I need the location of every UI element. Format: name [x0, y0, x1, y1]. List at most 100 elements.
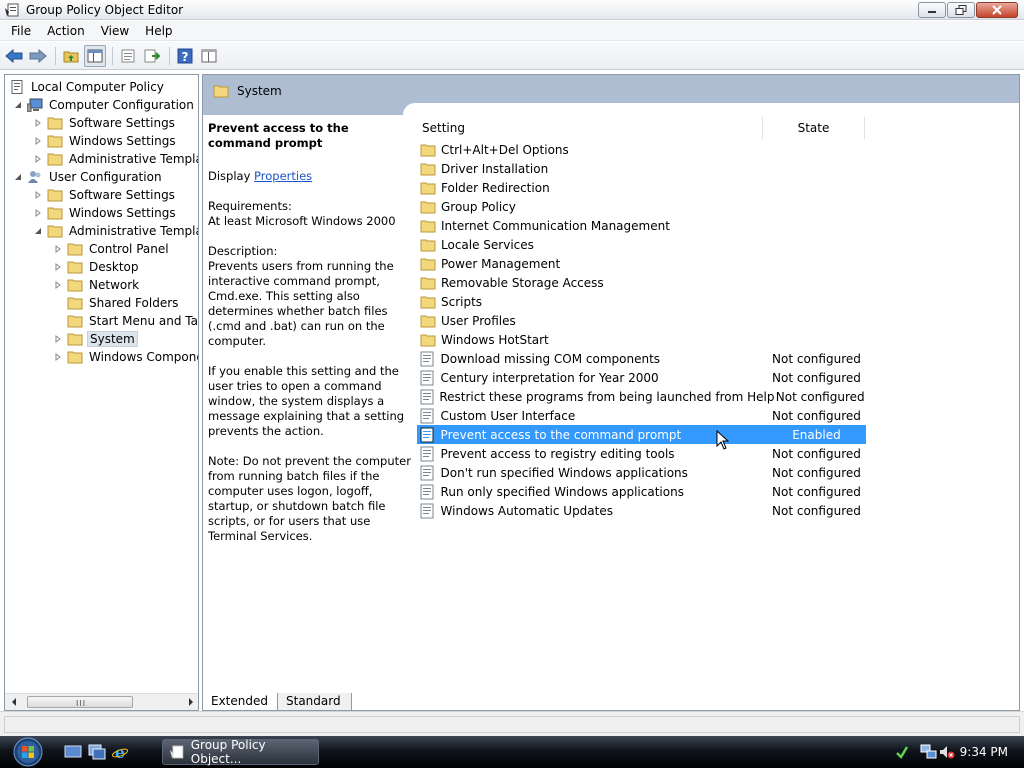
tree-item-software-settings[interactable]: Software Settings	[33, 114, 177, 132]
tree-item-label: Administrative Templates	[69, 152, 198, 166]
tree-horizontal-scrollbar[interactable]: III	[5, 693, 198, 710]
toolbar: ?	[0, 42, 1024, 70]
folder-header-band: System	[203, 75, 1019, 115]
collapsed-arrow-icon[interactable]	[53, 244, 63, 254]
export-list-button[interactable]	[141, 45, 163, 67]
expanded-arrow-icon[interactable]	[33, 226, 43, 236]
forward-button[interactable]	[27, 45, 49, 67]
properties-button[interactable]	[117, 45, 139, 67]
tree-item-local-computer-policy[interactable]: Local Computer Policy	[9, 78, 166, 96]
list-folder-row[interactable]: Removable Storage Access	[417, 273, 866, 292]
tree-item-user-configuration[interactable]: User Configuration	[13, 168, 164, 186]
internet-explorer-icon[interactable]: e	[111, 744, 129, 760]
help-button[interactable]: ?	[174, 45, 196, 67]
collapsed-arrow-icon[interactable]	[53, 280, 63, 290]
collapsed-arrow-icon[interactable]	[53, 262, 63, 272]
tree-item-software-settings[interactable]: Software Settings	[33, 186, 177, 204]
folder-icon	[420, 218, 436, 234]
policy-setting-icon	[420, 408, 436, 424]
list-folder-row[interactable]: User Profiles	[417, 311, 866, 330]
close-button[interactable]	[976, 2, 1018, 18]
menu-action[interactable]: Action	[39, 21, 93, 41]
svg-text:?: ?	[182, 50, 189, 64]
taskbar-clock[interactable]: 9:34 PM	[960, 745, 1008, 759]
list-setting-row[interactable]: Restrict these programs from being launc…	[417, 387, 866, 406]
folder-icon	[420, 199, 436, 215]
list-folder-row[interactable]: Power Management	[417, 254, 866, 273]
tree-item-administrative-templates[interactable]: Administrative Templates	[33, 150, 198, 168]
up-one-level-button[interactable]	[60, 45, 82, 67]
list-folder-row[interactable]: Locale Services	[417, 235, 866, 254]
list-folder-row[interactable]: Group Policy	[417, 197, 866, 216]
list-folder-row[interactable]: Ctrl+Alt+Del Options	[417, 140, 866, 159]
menu-help[interactable]: Help	[137, 21, 180, 41]
collapsed-arrow-icon[interactable]	[53, 352, 63, 362]
tree-item-shared-folders[interactable]: Shared Folders	[53, 294, 180, 312]
scrollbar-thumb[interactable]: III	[27, 696, 133, 708]
menu-file[interactable]: File	[3, 21, 39, 41]
expanded-arrow-icon[interactable]	[13, 100, 23, 110]
list-folder-row[interactable]: Driver Installation	[417, 159, 866, 178]
folder-icon	[67, 332, 83, 346]
scroll-left-icon[interactable]	[9, 697, 19, 707]
safely-remove-icon[interactable]	[894, 744, 910, 760]
minimize-button[interactable]	[918, 2, 946, 18]
tree-item-administrative-templates[interactable]: Administrative Templates	[33, 222, 198, 240]
list-setting-row[interactable]: Run only specified Windows applications N…	[417, 482, 866, 501]
tree-item-windows-settings[interactable]: Windows Settings	[33, 204, 178, 222]
back-button[interactable]	[3, 45, 25, 67]
collapsed-arrow-icon[interactable]	[33, 190, 43, 200]
tree-item-control-panel[interactable]: Control Panel	[53, 240, 171, 258]
tree-item-label: Windows Settings	[69, 206, 176, 220]
taskbar-button-group-policy[interactable]: Group Policy Object...	[162, 738, 319, 766]
list-setting-row[interactable]: Century interpretation for Year 2000 Not …	[417, 368, 866, 387]
collapsed-arrow-icon[interactable]	[53, 334, 63, 344]
tree-item-start-menu-and-taskbar[interactable]: Start Menu and Taskbar	[53, 312, 198, 330]
restore-button[interactable]	[947, 2, 975, 18]
show-desktop-icon[interactable]	[64, 744, 82, 760]
collapsed-arrow-icon[interactable]	[33, 208, 43, 218]
tree-item-label: Administrative Templates	[69, 224, 198, 238]
list-setting-row[interactable]: Windows Automatic Updates Not configured	[417, 501, 866, 520]
list-setting-row[interactable]: Prevent access to registry editing tools…	[417, 444, 866, 463]
tree-item-computer-configuration[interactable]: Computer Configuration	[13, 96, 196, 114]
list-folder-row[interactable]: Scripts	[417, 292, 866, 311]
list-setting-row[interactable]: Download missing COM components Not confi…	[417, 349, 866, 368]
list-setting-row[interactable]: Don't run specified Windows applications…	[417, 463, 866, 482]
show-hide-tree-button[interactable]	[84, 44, 106, 67]
list-setting-row[interactable]: Custom User Interface Not configured	[417, 406, 866, 425]
tab-extended[interactable]: Extended	[202, 693, 279, 711]
extended-view-button[interactable]	[198, 45, 220, 67]
console-tree[interactable]: Local Computer Policy Computer Configurat…	[4, 74, 199, 711]
volume-muted-icon[interactable]	[938, 744, 956, 760]
collapsed-arrow-icon[interactable]	[33, 136, 43, 146]
description-panel: Prevent access to the command prompt Dis…	[208, 121, 413, 559]
list-folder-row[interactable]: Windows HotStart	[417, 330, 866, 349]
list-folder-row[interactable]: Internet Communication Management	[417, 216, 866, 235]
status-pane	[4, 716, 1020, 733]
notification-area: 9:34 PM	[884, 736, 1024, 768]
switch-windows-icon[interactable]	[88, 744, 106, 760]
start-orb-icon[interactable]	[8, 736, 48, 768]
tree-item-windows-settings[interactable]: Windows Settings	[33, 132, 178, 150]
tree-item-windows-components[interactable]: Windows Components	[53, 348, 198, 366]
scroll-right-icon[interactable]	[186, 697, 196, 707]
column-header-state[interactable]: State	[763, 117, 865, 139]
tree-item-label: System	[87, 331, 138, 347]
setting-name: Windows HotStart	[441, 332, 549, 347]
tree-item-system[interactable]: System	[53, 330, 138, 348]
network-icon[interactable]	[920, 744, 938, 760]
tree-item-desktop[interactable]: Desktop	[53, 258, 141, 276]
list-setting-row[interactable]: Prevent access to the command prompt Enab…	[417, 425, 866, 444]
list-folder-row[interactable]: Folder Redirection	[417, 178, 866, 197]
collapsed-arrow-icon[interactable]	[33, 118, 43, 128]
tab-standard[interactable]: Standard	[277, 693, 352, 711]
description-text: Prevents users from running the interact…	[208, 259, 394, 348]
properties-link[interactable]: Properties	[254, 169, 312, 183]
expanded-arrow-icon[interactable]	[13, 172, 23, 182]
column-header-setting[interactable]: Setting	[417, 117, 763, 139]
menu-view[interactable]: View	[93, 21, 137, 41]
setting-name: User Profiles	[441, 313, 516, 328]
collapsed-arrow-icon[interactable]	[33, 154, 43, 164]
tree-item-network[interactable]: Network	[53, 276, 141, 294]
